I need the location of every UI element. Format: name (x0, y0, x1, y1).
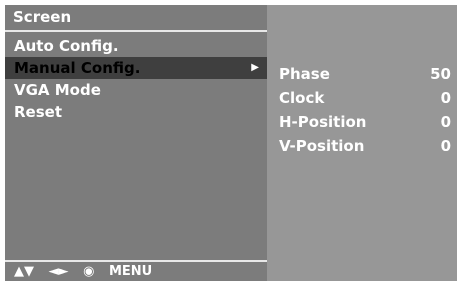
param-label: Phase (279, 65, 330, 83)
menu-item-auto-config[interactable]: Auto Config. (5, 35, 267, 57)
screen-menu-panel: Screen Auto Config. Manual Config. ▶ VGA… (5, 5, 267, 281)
param-value: 0 (440, 89, 451, 107)
param-value: 50 (430, 65, 451, 83)
param-v-position[interactable]: V-Position 0 (279, 134, 451, 158)
manual-config-submenu: Phase 50 Clock 0 H-Position 0 V-Position… (270, 5, 457, 281)
param-label: Clock (279, 89, 325, 107)
param-value: 0 (440, 137, 451, 155)
menu-list: Auto Config. Manual Config. ▶ VGA Mode R… (5, 35, 267, 123)
menu-label: MENU (108, 264, 153, 279)
menu-item-label: Manual Config. (14, 59, 141, 77)
param-phase[interactable]: Phase 50 (279, 62, 451, 86)
title-divider (5, 30, 267, 32)
menu-item-vga-mode[interactable]: VGA Mode (5, 79, 267, 101)
param-clock[interactable]: Clock 0 (279, 86, 451, 110)
right-arrow-icon: ▶ (251, 62, 259, 73)
menu-item-label: Reset (14, 103, 62, 121)
menu-item-reset[interactable]: Reset (5, 101, 267, 123)
menu-title: Screen (13, 8, 72, 26)
param-label: H-Position (279, 113, 367, 131)
leftright-arrows-icon: ◄► (48, 264, 69, 279)
menu-item-manual-config[interactable]: Manual Config. ▶ (5, 57, 267, 79)
param-label: V-Position (279, 137, 365, 155)
menu-item-label: Auto Config. (14, 37, 119, 55)
ok-circle-icon: ◉ (83, 264, 95, 279)
param-value: 0 (440, 113, 451, 131)
updown-arrows-icon: ▲▼ (14, 264, 34, 279)
navigation-hint-bar: ▲▼ ◄► ◉ MENU (5, 262, 267, 281)
menu-item-label: VGA Mode (14, 81, 101, 99)
param-h-position[interactable]: H-Position 0 (279, 110, 451, 134)
